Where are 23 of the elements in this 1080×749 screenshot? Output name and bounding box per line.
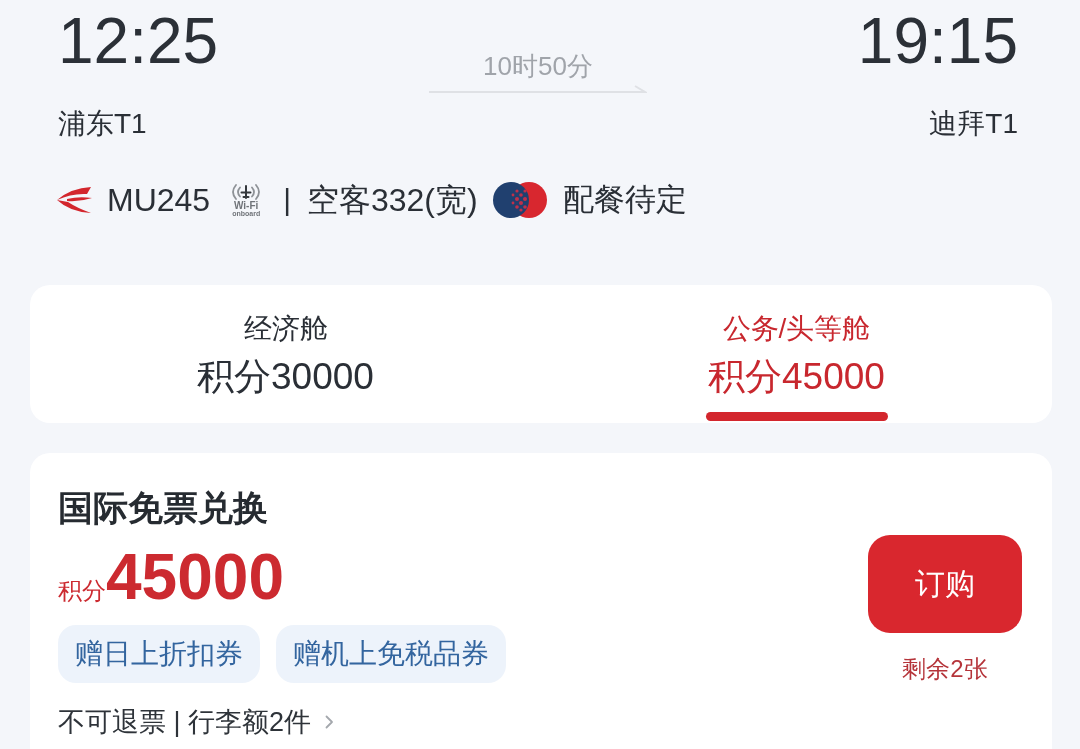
- arrival-airport: 迪拜T1: [929, 107, 1018, 141]
- separator: |: [283, 182, 291, 218]
- chevron-right-icon: [325, 715, 335, 729]
- price-amount: 45000: [106, 545, 284, 609]
- flight-number: MU245: [107, 181, 211, 219]
- order-button[interactable]: 订购: [868, 535, 1022, 633]
- wifi-label: Wi-Fi: [233, 201, 259, 210]
- aircraft-type: 空客332(宽): [306, 181, 478, 219]
- cabin-tab[interactable]: 经济舱 积分30000: [30, 312, 541, 399]
- arrival-time: 19:15: [857, 9, 1018, 73]
- remaining-count: 剩余2张: [902, 654, 988, 684]
- departure-time: 12:25: [58, 9, 219, 73]
- terms-link[interactable]: 不可退票 | 行李额2件: [58, 706, 335, 738]
- swoosh-logo-icon: [56, 185, 92, 215]
- gift-tag: 赠日上折扣券: [58, 625, 260, 683]
- flight-duration: 10时50分: [483, 51, 593, 82]
- gift-tag: 赠机上免税品券: [276, 625, 506, 683]
- cabin-tab[interactable]: 公务/头等舱 积分45000: [541, 312, 1052, 421]
- offer-title: 国际免票兑换: [58, 487, 268, 529]
- meal-status: 配餐待定: [562, 181, 687, 219]
- overlapping-circles-icon: [491, 181, 548, 219]
- price-unit: 积分: [58, 577, 106, 605]
- departure-airport: 浦东T1: [58, 107, 147, 141]
